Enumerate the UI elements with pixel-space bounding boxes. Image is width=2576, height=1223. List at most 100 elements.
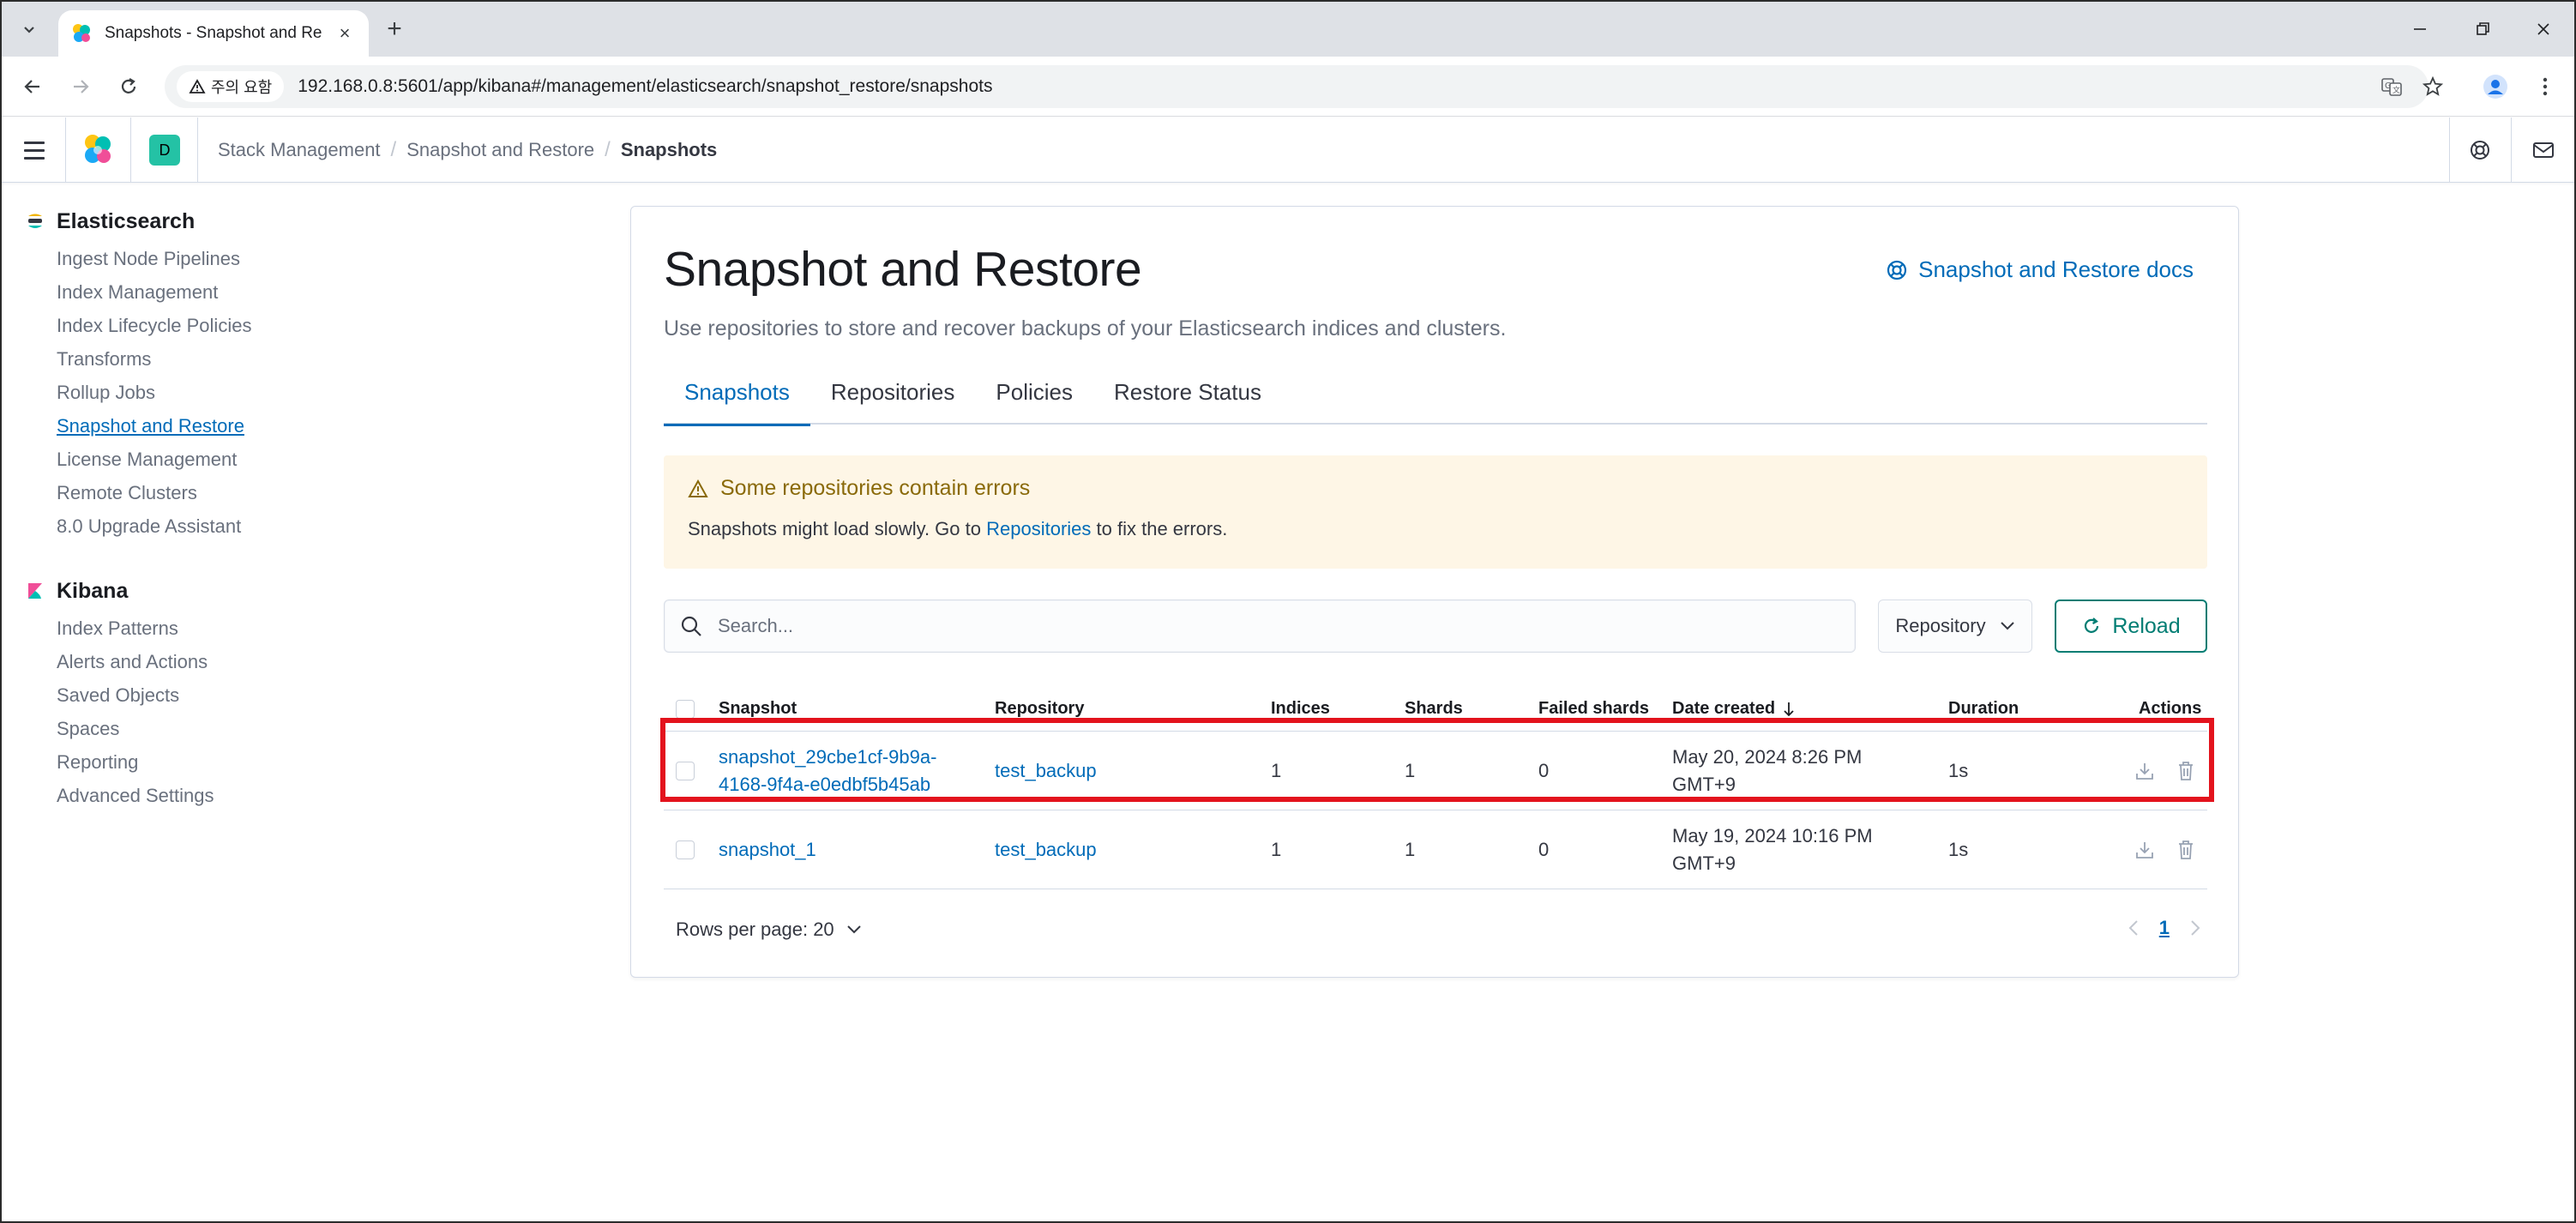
page-number-button[interactable]: 1	[2159, 917, 2170, 939]
reload-button[interactable]: Reload	[2055, 599, 2207, 653]
column-header-repository[interactable]: Repository	[995, 699, 1084, 719]
chevron-right-icon[interactable]	[2190, 919, 2200, 937]
sidebar-item-index-management[interactable]: Index Management	[57, 275, 575, 309]
table-row: snapshot_29cbe1cf-9b9a- 4168-9f4a-e0edbf…	[664, 732, 2207, 810]
kibana-header: D Stack Management / Snapshot and Restor…	[2, 117, 2574, 183]
sidebar-item-advanced-settings[interactable]: Advanced Settings	[57, 779, 575, 812]
repositories-link[interactable]: Repositories	[986, 518, 1091, 539]
more-vertical-icon[interactable]	[2528, 69, 2562, 104]
reload-page-icon[interactable]	[111, 69, 146, 104]
new-tab-button[interactable]: +	[379, 14, 410, 45]
chevron-down-icon	[2000, 622, 2014, 630]
close-window-icon[interactable]	[2526, 12, 2561, 46]
sidebar-item-upgrade-assistant[interactable]: 8.0 Upgrade Assistant	[57, 509, 575, 543]
minimize-icon[interactable]	[2403, 12, 2437, 46]
sidebar-item-index-lifecycle-policies[interactable]: Index Lifecycle Policies	[57, 309, 575, 342]
sidebar-item-saved-objects[interactable]: Saved Objects	[57, 678, 575, 712]
search-bar[interactable]	[664, 599, 1856, 653]
nav-group-items: Ingest Node Pipelines Index Management I…	[57, 242, 575, 543]
breadcrumb-snapshot-and-restore[interactable]: Snapshot and Restore	[406, 139, 594, 161]
browser-tab-active[interactable]: Snapshots - Snapshot and Re ×	[58, 10, 369, 57]
forward-icon[interactable]	[63, 69, 98, 104]
site-security-chip[interactable]: 주의 요함	[177, 71, 285, 102]
profile-avatar-icon[interactable]	[2478, 69, 2513, 104]
delete-trash-icon[interactable]	[2175, 760, 2197, 782]
restore-download-icon[interactable]	[2134, 839, 2156, 861]
close-tab-icon[interactable]: ×	[333, 21, 357, 45]
breadcrumb-stack-management[interactable]: Stack Management	[218, 139, 381, 161]
translate-icon[interactable]: G文	[2379, 74, 2404, 99]
repository-link[interactable]: test_backup	[995, 732, 1097, 810]
column-header-date-created[interactable]: Date created	[1672, 699, 1796, 719]
header-divider	[65, 117, 66, 183]
callout-title: Some repositories contain errors	[688, 476, 2183, 501]
sidebar-item-spaces[interactable]: Spaces	[57, 712, 575, 745]
column-header-duration[interactable]: Duration	[1948, 699, 2019, 719]
sidebar-item-license-management[interactable]: License Management	[57, 443, 575, 476]
hamburger-menu-icon[interactable]	[21, 136, 48, 164]
tab-search-button[interactable]	[14, 14, 45, 45]
browser-tab-strip: Snapshots - Snapshot and Re × +	[2, 2, 2574, 57]
failed-shards-cell: 0	[1538, 839, 1550, 860]
snapshot-name-link[interactable]: snapshot_29cbe1cf-9b9a- 4168-9f4a-e0edbf…	[719, 732, 936, 810]
chevron-left-icon[interactable]	[2128, 919, 2139, 937]
date-line: May 20, 2024 8:26 PM	[1672, 746, 1863, 768]
tab-repositories[interactable]: Repositories	[810, 368, 976, 425]
kibana-favicon-icon	[70, 22, 93, 45]
sidebar-item-snapshot-and-restore[interactable]: Snapshot and Restore	[57, 409, 575, 443]
repository-filter-label: Repository	[1895, 615, 1986, 636]
shards-cell: 1	[1405, 760, 1416, 781]
breadcrumb-separator: /	[390, 138, 397, 161]
nav-group-title: Kibana	[57, 578, 129, 603]
duration-cell: 1s	[1948, 760, 1969, 781]
rows-per-page-button[interactable]: Rows per page: 20	[676, 919, 862, 941]
header-divider	[130, 117, 131, 183]
nav-group-kibana: Kibana	[26, 574, 575, 608]
docs-link[interactable]: Snapshot and Restore docs	[1886, 256, 2194, 283]
sidebar-item-alerts-and-actions[interactable]: Alerts and Actions	[57, 645, 575, 678]
url-text: 192.168.0.8:5601/app/kibana#/management/…	[298, 76, 993, 96]
breadcrumb-snapshots: Snapshots	[620, 139, 718, 160]
sidebar-item-remote-clusters[interactable]: Remote Clusters	[57, 476, 575, 509]
nav-group-title: Elasticsearch	[57, 208, 196, 233]
column-header-shards[interactable]: Shards	[1405, 699, 1463, 719]
sidebar-item-rollup-jobs[interactable]: Rollup Jobs	[57, 376, 575, 409]
sort-descending-icon	[1784, 702, 1794, 716]
failed-shards-cell: 0	[1538, 760, 1550, 781]
back-icon[interactable]	[15, 69, 50, 104]
help-icon[interactable]	[2466, 136, 2494, 164]
callout-body-text: Snapshots might load slowly. Go to	[688, 518, 981, 539]
kibana-logo-icon	[28, 583, 42, 599]
table-header: Snapshot Repository Indices Shards Faile…	[664, 687, 2207, 732]
sidebar-item-index-patterns[interactable]: Index Patterns	[57, 612, 575, 645]
restore-download-icon[interactable]	[2134, 760, 2156, 782]
address-bar[interactable]: 주의 요함 192.168.0.8:5601/app/kibana#/manag…	[165, 65, 2443, 108]
column-header-indices[interactable]: Indices	[1271, 699, 1330, 719]
repository-link[interactable]: test_backup	[995, 810, 1097, 889]
page-title: Snapshot and Restore	[664, 242, 1142, 297]
newsfeed-mail-icon[interactable]	[2530, 136, 2557, 164]
repository-filter-button[interactable]: Repository	[1878, 599, 2032, 653]
elastic-logo-icon[interactable]	[81, 133, 115, 167]
column-header-snapshot[interactable]: Snapshot	[719, 699, 797, 719]
space-avatar[interactable]: D	[149, 135, 180, 166]
date-line: GMT+9	[1672, 774, 1736, 795]
delete-trash-icon[interactable]	[2175, 839, 2197, 861]
bookmark-star-icon[interactable]	[2420, 74, 2446, 99]
row-checkbox[interactable]	[676, 732, 695, 810]
sidebar-item-transforms[interactable]: Transforms	[57, 342, 575, 376]
tab-policies[interactable]: Policies	[975, 368, 1093, 425]
sidebar-item-reporting[interactable]: Reporting	[57, 745, 575, 779]
select-all-checkbox[interactable]	[676, 700, 695, 719]
rows-per-page-label: Rows per page: 20	[676, 919, 834, 940]
header-divider	[2511, 117, 2512, 183]
search-input[interactable]	[718, 615, 1833, 637]
tab-snapshots[interactable]: Snapshots	[664, 368, 810, 426]
snapshot-name-link[interactable]: snapshot_1	[719, 810, 816, 889]
security-warning-label: 주의 요함	[211, 79, 273, 96]
row-checkbox[interactable]	[676, 810, 695, 889]
restore-window-icon[interactable]	[2466, 12, 2501, 46]
sidebar-item-ingest-node-pipelines[interactable]: Ingest Node Pipelines	[57, 242, 575, 275]
tab-restore-status[interactable]: Restore Status	[1093, 368, 1282, 425]
column-header-failed-shards[interactable]: Failed shards	[1538, 699, 1649, 719]
